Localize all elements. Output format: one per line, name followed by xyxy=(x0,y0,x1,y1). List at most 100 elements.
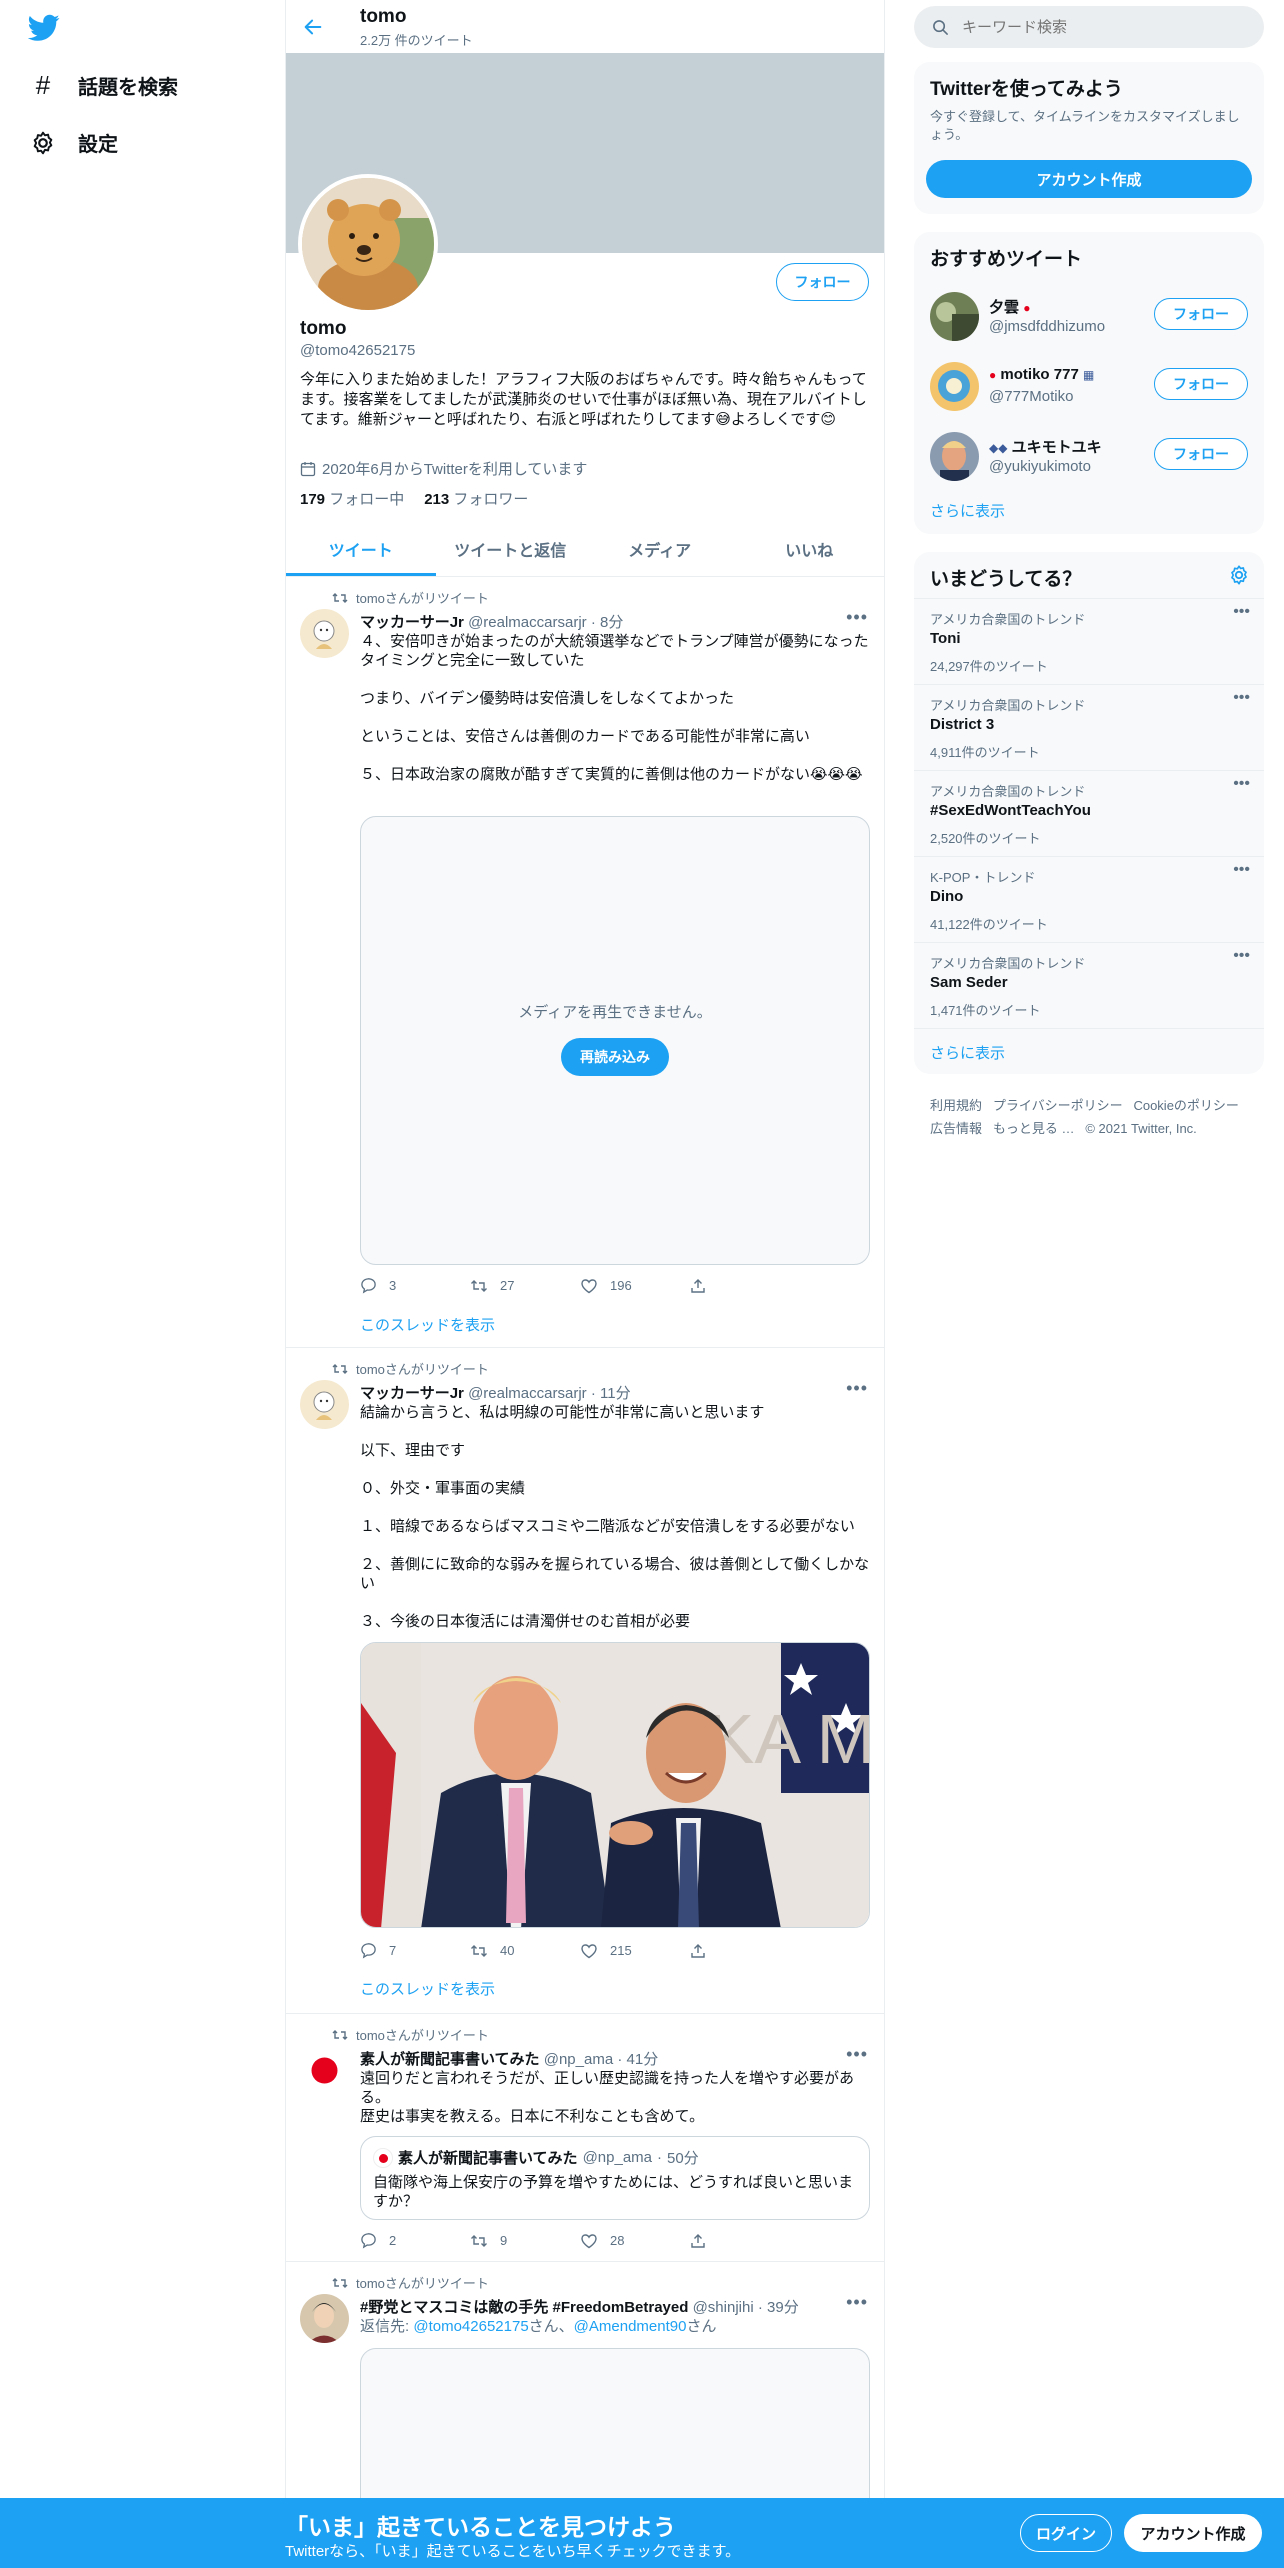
more-options-icon[interactable]: ••• xyxy=(1233,775,1250,793)
reply-action[interactable]: 3 xyxy=(360,1277,470,1294)
trend-count: 4,911件のツイート xyxy=(930,745,1040,760)
recommended-user[interactable]: ◆◆ ユキモトユキ @yukiyukimoto フォロー xyxy=(914,422,1264,492)
more-options-icon[interactable]: ••• xyxy=(846,2044,868,2065)
tweet-paragraph: つまり、バイデン優勢時は安倍潰しをしなくてよかった xyxy=(360,690,734,707)
more-options-icon[interactable]: ••• xyxy=(846,2292,868,2313)
tweet-time[interactable]: 11分 xyxy=(600,1385,631,1402)
like-action[interactable]: 196 xyxy=(580,1277,690,1294)
footer-terms-link[interactable]: 利用規約 xyxy=(930,1098,982,1113)
tab-media[interactable]: メディア xyxy=(585,522,735,576)
nav-settings[interactable]: 設定 xyxy=(30,128,118,157)
quote-tweet[interactable]: 素人が新聞記事書いてみた @np_ama · 50分 自衛隊や海上保安庁の予算を… xyxy=(360,2136,870,2220)
tweet-author-name[interactable]: マッカーサーJr xyxy=(360,614,464,631)
trend-item[interactable]: アメリカ合衆国のトレンド Toni 24,297件のツイート ••• xyxy=(914,598,1264,684)
share-action[interactable] xyxy=(690,2232,800,2249)
search-bar[interactable] xyxy=(914,6,1264,48)
footer-cookie-link[interactable]: Cookieのポリシー xyxy=(1133,1098,1238,1113)
twitter-logo-icon[interactable] xyxy=(28,14,60,42)
recommended-user[interactable]: 夕雲 ● @jmsdfddhizumo フォロー xyxy=(914,282,1264,352)
share-action[interactable] xyxy=(690,1277,800,1294)
like-action[interactable]: 28 xyxy=(580,2232,690,2249)
follow-button[interactable]: フォロー xyxy=(1154,368,1248,400)
tweet-author-handle[interactable]: @realmaccarsarjr xyxy=(468,1385,587,1402)
trend-category: アメリカ合衆国のトレンド xyxy=(930,612,1086,627)
share-action[interactable] xyxy=(690,1942,800,1959)
trend-item[interactable]: アメリカ合衆国のトレンド Sam Seder 1,471件のツイート ••• xyxy=(914,942,1264,1028)
retweet-indicator: tomoさんがリツイート xyxy=(332,2273,489,2292)
more-options-icon[interactable]: ••• xyxy=(846,607,868,628)
followers-link[interactable]: 213 フォロワー xyxy=(424,488,528,509)
tweet-author-name[interactable]: マッカーサーJr xyxy=(360,1385,464,1402)
show-thread-link[interactable]: このスレッドを表示 xyxy=(360,1978,495,1999)
more-options-icon[interactable]: ••• xyxy=(1233,689,1250,707)
back-arrow-icon[interactable] xyxy=(302,16,324,38)
like-action[interactable]: 215 xyxy=(580,1942,690,1959)
nav-explore[interactable]: # 話題を検索 xyxy=(30,70,178,101)
show-thread-link[interactable]: このスレッドを表示 xyxy=(360,1314,495,1335)
create-account-button[interactable]: アカウント作成 xyxy=(926,160,1252,198)
tweet-paragraph: 結論から言うと、私は明線の可能性が非常に高いと思います xyxy=(360,1404,765,1421)
tweet-photo[interactable]: AKA M xyxy=(360,1642,870,1928)
profile-follow-button[interactable]: フォロー xyxy=(776,263,869,301)
tweet[interactable]: tomoさんがリツイート 素人が新聞記事書いてみた @np_ama · 41分 … xyxy=(286,2014,884,2262)
login-button[interactable]: ログイン xyxy=(1020,2514,1112,2552)
trend-item[interactable]: アメリカ合衆国のトレンド District 3 4,911件のツイート ••• xyxy=(914,684,1264,770)
tab-tweets[interactable]: ツイート xyxy=(286,522,436,576)
trend-item[interactable]: アメリカ合衆国のトレンド #SexEdWontTeachYou 2,520件のツ… xyxy=(914,770,1264,856)
recommended-user-name: ● motiko 777 ▦ xyxy=(989,366,1094,383)
avatar[interactable] xyxy=(300,2294,349,2343)
avatar[interactable] xyxy=(300,609,349,658)
more-options-icon[interactable]: ••• xyxy=(1233,947,1250,965)
trend-name: Dino xyxy=(930,888,964,905)
trend-name: Toni xyxy=(930,630,961,647)
profile-bio: 今年に入りまた始めました！アラフィフ大阪のおばちゃんです。時々飴ちゃんもってます… xyxy=(300,371,867,428)
footer-more-link[interactable]: もっと見る … xyxy=(993,1121,1075,1136)
tweet-author-handle[interactable]: @shinjihi xyxy=(693,2299,754,2316)
tweet-time[interactable]: 39分 xyxy=(767,2299,799,2316)
tweet[interactable]: tomoさんがリツイート マッカーサーJr @realmaccarsarjr ·… xyxy=(286,577,884,1348)
tweet[interactable]: tomoさんがリツイート マッカーサーJr @realmaccarsarjr ·… xyxy=(286,1348,884,2014)
reply-to-link[interactable]: @tomo42652175 xyxy=(413,2318,528,2335)
tweet-actions: 3 27 196 xyxy=(360,1277,800,1294)
tweet-time[interactable]: 41分 xyxy=(627,2051,659,2068)
recommended-user[interactable]: ● motiko 777 ▦ @777Motiko フォロー xyxy=(914,352,1264,422)
footer-privacy-link[interactable]: プライバシーポリシー xyxy=(993,1098,1123,1113)
avatar[interactable] xyxy=(300,1380,349,1429)
reply-action[interactable]: 7 xyxy=(360,1942,470,1959)
retweet-icon xyxy=(332,2028,348,2042)
avatar[interactable] xyxy=(300,2046,349,2095)
profile-avatar[interactable] xyxy=(298,174,438,314)
retweet-icon xyxy=(470,1278,488,1294)
tweet-author-name[interactable]: 素人が新聞記事書いてみた xyxy=(360,2051,540,2068)
bottom-signup-button[interactable]: アカウント作成 xyxy=(1124,2514,1262,2552)
follow-button[interactable]: フォロー xyxy=(1154,438,1248,470)
trend-item[interactable]: K-POP・トレンド Dino 41,122件のツイート ••• xyxy=(914,856,1264,942)
tab-likes[interactable]: いいね xyxy=(735,522,885,576)
tweet-author-name[interactable]: #野党とマスコミは敵の手先 #FreedomBetrayed xyxy=(360,2299,688,2316)
retweet-action[interactable]: 27 xyxy=(470,1277,580,1294)
more-options-icon[interactable]: ••• xyxy=(1233,861,1250,879)
more-options-icon[interactable]: ••• xyxy=(1233,603,1250,621)
gear-icon[interactable] xyxy=(1228,564,1250,586)
trend-category: K-POP・トレンド xyxy=(930,870,1036,885)
search-input[interactable] xyxy=(962,12,1252,42)
following-link[interactable]: 179 フォロー中 xyxy=(300,488,404,509)
tweet-time[interactable]: 8分 xyxy=(600,614,623,631)
heart-icon xyxy=(580,1278,598,1294)
more-options-icon[interactable]: ••• xyxy=(846,1378,868,1399)
tweet-paragraph: ということは、安倍さんは善側のカードである可能性が非常に高い xyxy=(360,728,810,745)
recommended-show-more[interactable]: さらに表示 xyxy=(930,500,1005,521)
reply-to-link[interactable]: @Amendment90 xyxy=(574,2318,687,2335)
tweet-author-handle[interactable]: @realmaccarsarjr xyxy=(468,614,587,631)
footer-ads-link[interactable]: 広告情報 xyxy=(930,1121,982,1136)
reply-action[interactable]: 2 xyxy=(360,2232,470,2249)
tab-tweets-and-replies[interactable]: ツイートと返信 xyxy=(436,522,586,576)
follow-button[interactable]: フォロー xyxy=(1154,298,1248,330)
media-player[interactable]: メディアを再生できません。 再読み込み xyxy=(360,816,870,1265)
retweet-action[interactable]: 40 xyxy=(470,1942,580,1959)
retweet-label: tomoさんがリツイート xyxy=(356,2028,489,2043)
retweet-action[interactable]: 9 xyxy=(470,2232,580,2249)
trends-show-more[interactable]: さらに表示 xyxy=(930,1042,1005,1063)
reload-button[interactable]: 再読み込み xyxy=(561,1038,669,1076)
tweet-author-handle[interactable]: @np_ama xyxy=(544,2051,613,2068)
